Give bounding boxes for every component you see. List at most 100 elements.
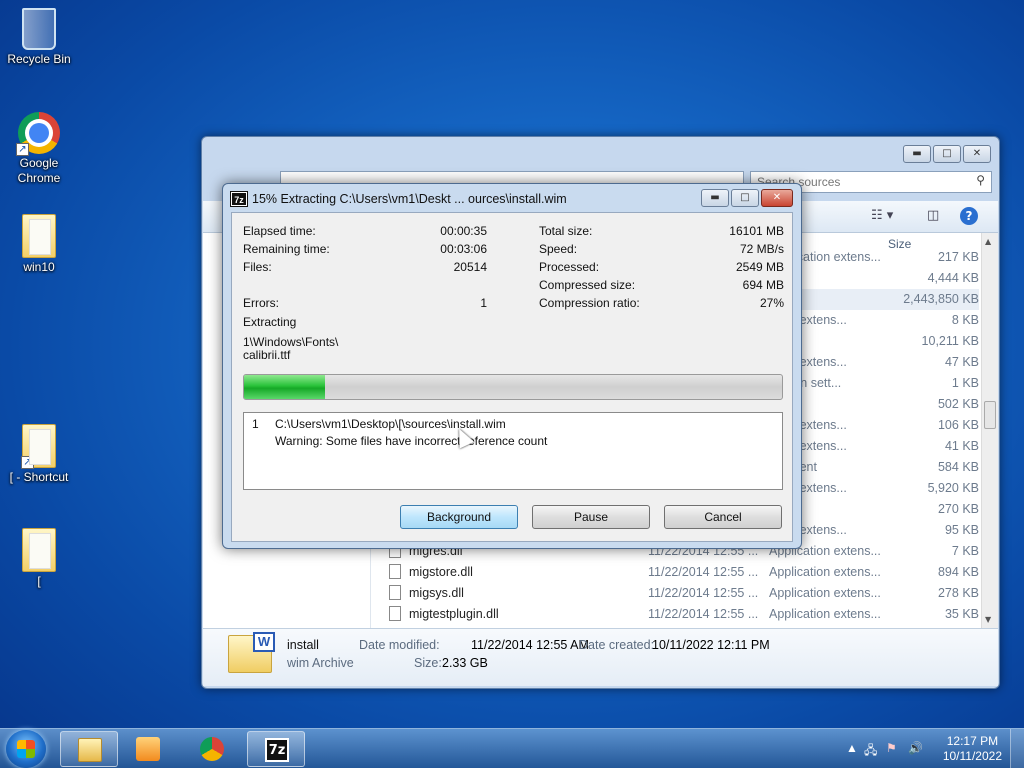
file-size: 106 KB — [937, 418, 979, 432]
desktop-icon-folder[interactable]: [ — [1, 528, 77, 588]
log-path: C:\Users\vm1\Desktop\[\sources\install.w… — [275, 417, 506, 431]
compressed-size-label: Compressed size: — [539, 278, 636, 292]
shortcut-arrow-icon: ↗ — [21, 456, 34, 469]
file-name: migsys.dll — [409, 586, 464, 600]
desktop-icon-label: Google Chrome — [17, 156, 61, 185]
desktop-icon-shortcut[interactable]: ↗ [ - Shortcut — [1, 424, 77, 484]
search-icon[interactable]: ⚲ — [976, 173, 985, 187]
shortcut-arrow-icon: ↗ — [16, 143, 29, 156]
help-icon[interactable]: ? — [960, 207, 978, 225]
compressed-size-value: 694 MB — [742, 278, 784, 292]
file-size: 502 KB — [937, 397, 979, 411]
clock[interactable]: 12:17 PM 10/11/2022 — [943, 734, 1002, 764]
detail-size-value: 2.33 GB — [442, 656, 488, 670]
detail-size-label: Size: — [414, 656, 442, 670]
file-size: 41 KB — [944, 439, 979, 453]
total-size-value: 16101 MB — [729, 224, 784, 238]
detail-filetype: wim Archive — [287, 656, 354, 670]
dialog-window-controls: ▬ □ ✕ — [701, 189, 793, 207]
detail-filename: install — [287, 638, 319, 652]
maximize-button[interactable]: □ — [731, 189, 759, 207]
show-desktop-button[interactable] — [1010, 729, 1024, 768]
message-log[interactable]: 1 C:\Users\vm1\Desktop\[\sources\install… — [243, 412, 783, 490]
taskbar-media-player-button[interactable] — [119, 731, 177, 767]
remaining-time-label: Remaining time: — [243, 242, 330, 256]
log-message: Warning: Some files have incorrect refer… — [275, 434, 548, 448]
dll-file-icon — [389, 606, 401, 621]
system-tray: ▲ 🖧 ⚑ 🔊 12:17 PM 10/11/2022 — [834, 729, 1024, 768]
table-row[interactable]: migsys.dll 11/22/2014 12:55 ... Applicatio… — [389, 583, 979, 604]
file-size: 7 KB — [951, 544, 979, 558]
taskbar: 7z ▲ 🖧 ⚑ 🔊 12:17 PM 10/11/2022 — [0, 728, 1024, 768]
minimize-button[interactable]: ▬ — [701, 189, 729, 207]
vertical-scrollbar[interactable]: ▲ ▼ — [981, 233, 998, 628]
preview-pane-icon[interactable]: ◫ — [927, 208, 939, 223]
dialog-title: 15% Extracting C:\Users\vm1\Deskt ... ou… — [252, 192, 567, 206]
minimize-button[interactable]: ▬ — [903, 145, 931, 163]
folder-icon — [22, 214, 56, 258]
log-index: 1 — [252, 417, 259, 431]
dll-file-icon — [389, 564, 401, 579]
action-center-icon[interactable]: ⚑ — [886, 741, 897, 755]
dll-file-icon — [389, 585, 401, 600]
folder-icon — [22, 528, 56, 572]
7zip-app-icon: 7z — [230, 191, 248, 207]
compression-ratio-value: 27% — [759, 296, 784, 310]
detail-modified-value: 11/22/2014 12:55 AM — [471, 638, 589, 652]
current-file-name: calibrii.ttf — [243, 348, 291, 362]
compression-ratio-label: Compression ratio: — [539, 296, 640, 310]
file-size: 217 KB — [937, 250, 979, 264]
dialog-titlebar: 7z 15% Extracting C:\Users\vm1\Deskt ...… — [230, 190, 567, 208]
file-type: Application extens... — [769, 565, 881, 579]
errors-value: 1 — [480, 296, 487, 310]
scroll-up-icon[interactable]: ▲ — [985, 237, 991, 246]
taskbar-explorer-button[interactable] — [60, 731, 118, 767]
cancel-button[interactable]: Cancel — [664, 505, 782, 529]
chrome-icon — [200, 737, 224, 761]
file-size: 278 KB — [937, 586, 979, 600]
recycle-bin-icon — [22, 8, 56, 50]
processed-label: Processed: — [539, 260, 600, 274]
taskbar-chrome-button[interactable] — [183, 731, 241, 767]
desktop-icon-label: Recycle Bin — [7, 52, 71, 66]
table-row[interactable]: migtestplugin.dll 11/22/2014 12:55 ... App… — [389, 604, 979, 625]
desktop-icon-google-chrome[interactable]: ↗ Google Chrome — [1, 112, 77, 186]
scroll-thumb[interactable] — [984, 401, 996, 429]
desktop-icon-label: [ — [37, 574, 41, 588]
close-button[interactable]: ✕ — [963, 145, 991, 163]
view-options-icon[interactable]: ☷ ▾ — [871, 208, 893, 223]
elapsed-time-value: 00:00:35 — [440, 224, 487, 238]
details-pane: W install wim Archive Date modified: 11/… — [203, 628, 998, 686]
desktop-icon-recycle-bin[interactable]: Recycle Bin — [1, 8, 77, 66]
network-icon[interactable]: 🖧 — [864, 741, 877, 762]
start-button[interactable] — [6, 730, 46, 768]
pause-button[interactable]: Pause — [532, 505, 650, 529]
table-row[interactable]: migstore.dll 11/22/2014 12:55 ... Applicat… — [389, 562, 979, 583]
taskbar-7zip-button[interactable]: 7z — [247, 731, 305, 767]
remaining-time-value: 00:03:06 — [440, 242, 487, 256]
file-size: 584 KB — [937, 460, 979, 474]
file-size: 47 KB — [944, 355, 979, 369]
maximize-button[interactable]: □ — [933, 145, 961, 163]
background-button[interactable]: Background — [400, 505, 518, 529]
file-type: Application extens... — [769, 586, 881, 600]
close-button[interactable]: ✕ — [761, 189, 793, 207]
errors-label: Errors: — [243, 296, 279, 310]
extract-progress-dialog: 7z 15% Extracting C:\Users\vm1\Deskt ...… — [222, 183, 802, 549]
current-file-path: 1\Windows\Fonts\ — [243, 335, 339, 349]
speed-label: Speed: — [539, 242, 578, 256]
progress-fill — [244, 375, 325, 399]
desktop-icon-win10[interactable]: win10 — [1, 214, 77, 274]
show-hidden-icons-icon[interactable]: ▲ — [846, 741, 858, 755]
folder-icon: ↗ — [21, 424, 56, 469]
file-size: 4,444 KB — [927, 271, 979, 285]
file-size: 2,443,850 KB — [903, 292, 979, 306]
scroll-down-icon[interactable]: ▼ — [985, 615, 991, 624]
file-size: 1 KB — [951, 376, 979, 390]
file-name: migstore.dll — [409, 565, 473, 579]
clock-time: 12:17 PM — [946, 734, 999, 748]
folder-icon — [78, 738, 102, 762]
window-controls: ▬ □ ✕ — [903, 145, 991, 163]
file-size: 10,211 KB — [921, 334, 979, 348]
volume-icon[interactable]: 🔊 — [908, 741, 923, 755]
